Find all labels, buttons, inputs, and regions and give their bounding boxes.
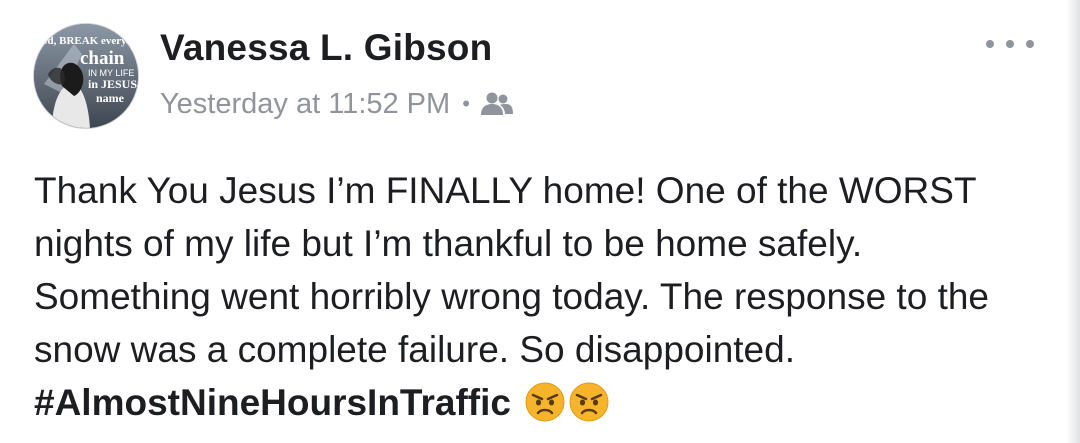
author-name[interactable]: Vanessa L. Gibson xyxy=(160,26,492,70)
post-text: Thank You Jesus I’m FINALLY home! One of… xyxy=(34,170,990,370)
more-dot xyxy=(1026,40,1034,48)
avatar-text-line: name xyxy=(96,91,125,105)
post-timestamp[interactable]: Yesterday at 11:52 PM xyxy=(160,88,450,121)
more-dot xyxy=(986,40,994,48)
facebook-post: od, BREAK every chain IN MY LIFE in JESU… xyxy=(0,0,1080,443)
avatar-text-line: in JESUS xyxy=(88,77,137,91)
meta-separator: • xyxy=(462,91,470,116)
avatar-text-line: od, BREAK every xyxy=(42,35,127,47)
more-dot xyxy=(1006,40,1014,48)
angry-face-emoji xyxy=(569,382,609,422)
friends-icon[interactable] xyxy=(480,91,514,117)
scroll-edge xyxy=(1066,0,1080,443)
avatar-text-line: chain xyxy=(80,48,125,69)
post-meta: Yesterday at 11:52 PM • xyxy=(160,84,514,124)
avatar[interactable]: od, BREAK every chain IN MY LIFE in JESU… xyxy=(34,24,138,128)
avatar-image: od, BREAK every chain IN MY LIFE in JESU… xyxy=(34,24,138,128)
angry-face-emoji xyxy=(525,382,565,422)
post-body: Thank You Jesus I’m FINALLY home! One of… xyxy=(34,164,1044,429)
hashtag-link[interactable]: #AlmostNineHoursInTraffic xyxy=(34,382,511,423)
more-horizontal-icon[interactable] xyxy=(986,28,1034,60)
